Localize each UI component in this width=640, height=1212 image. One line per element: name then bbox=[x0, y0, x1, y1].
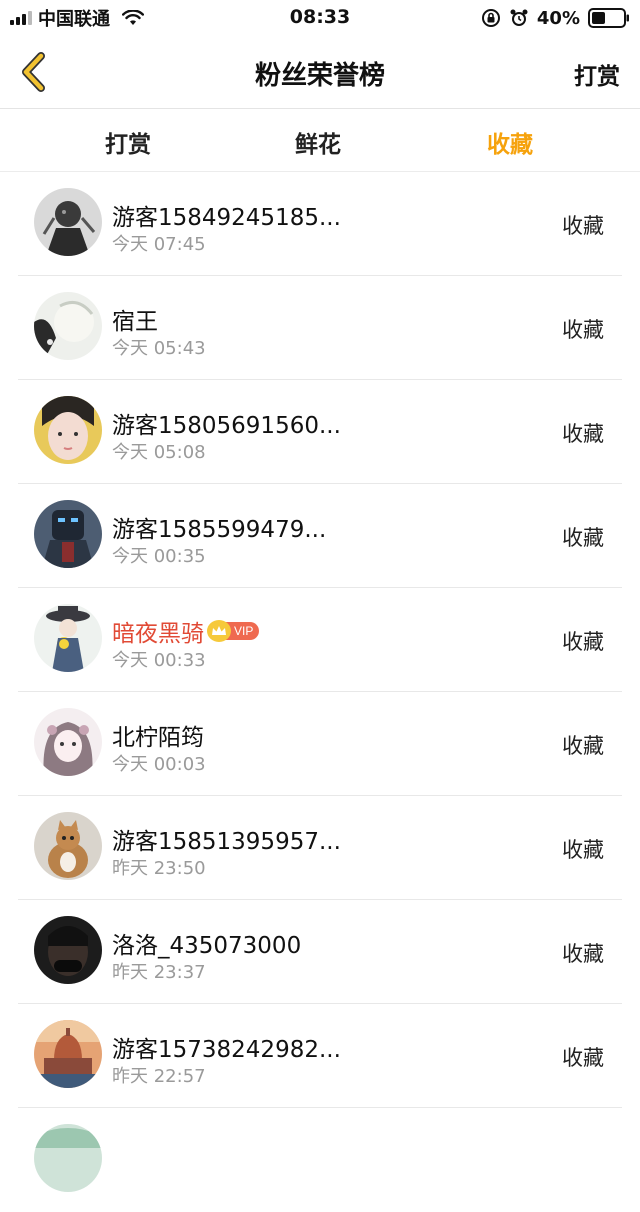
timestamp: 昨天 22:57 bbox=[112, 1066, 206, 1087]
action-label: 收藏 bbox=[562, 1046, 604, 1070]
alarm-icon bbox=[510, 9, 528, 26]
avatar bbox=[34, 604, 102, 672]
action-label: 收藏 bbox=[562, 318, 604, 342]
user-name: 游客1585599479... bbox=[112, 517, 327, 543]
user-name: 游客15805691560... bbox=[112, 413, 341, 439]
timestamp: 今天 00:33 bbox=[112, 650, 206, 671]
action-label: 收藏 bbox=[562, 942, 604, 966]
timestamp: 今天 05:08 bbox=[112, 442, 206, 463]
reward-button[interactable]: 打赏 bbox=[574, 57, 620, 91]
action-label: 收藏 bbox=[562, 734, 604, 758]
list-item[interactable]: 游客1585599479... 今天 00:35 收藏 bbox=[0, 484, 640, 588]
list-item[interactable]: 宿王 今天 05:43 收藏 bbox=[0, 276, 640, 380]
avatar bbox=[34, 812, 102, 880]
battery-percent: 40% bbox=[536, 7, 580, 29]
timestamp: 今天 05:43 bbox=[112, 338, 206, 359]
list-item[interactable] bbox=[0, 1108, 640, 1212]
page-title: 粉丝荣誉榜 bbox=[254, 61, 385, 91]
timestamp: 昨天 23:37 bbox=[112, 962, 206, 983]
avatar bbox=[34, 1124, 102, 1192]
tab-bar: 打赏 鲜花 收藏 bbox=[0, 109, 640, 172]
tab-reward[interactable]: 打赏 bbox=[68, 125, 188, 159]
avatar bbox=[34, 500, 102, 568]
crown-icon bbox=[207, 620, 231, 642]
avatar bbox=[34, 1020, 102, 1088]
user-name: 宿王 bbox=[112, 309, 158, 335]
orientation-lock-icon bbox=[481, 9, 500, 27]
user-name-text: 暗夜黑骑 bbox=[112, 621, 204, 647]
list-item[interactable]: 洛洛_435073000 昨天 23:37 收藏 bbox=[0, 900, 640, 1004]
status-right: 40% bbox=[481, 6, 630, 30]
avatar bbox=[34, 292, 102, 360]
avatar bbox=[34, 916, 102, 984]
list-item[interactable]: 游客15849245185... 今天 07:45 收藏 bbox=[0, 172, 640, 276]
user-name: 游客15849245185... bbox=[112, 205, 341, 231]
action-label: 收藏 bbox=[562, 422, 604, 446]
timestamp: 今天 00:35 bbox=[112, 546, 206, 567]
timestamp: 昨天 23:50 bbox=[112, 858, 206, 879]
timestamp: 今天 00:03 bbox=[112, 754, 206, 775]
user-name: 北柠陌筠 bbox=[112, 725, 204, 751]
user-name: 游客15851395957... bbox=[112, 829, 341, 855]
status-bar: 中国联通 08:33 40% bbox=[0, 0, 640, 36]
action-label: 收藏 bbox=[562, 526, 604, 550]
back-arrow-icon bbox=[22, 52, 45, 92]
action-label: 收藏 bbox=[562, 630, 604, 654]
action-label: 收藏 bbox=[562, 838, 604, 862]
list-item[interactable]: 游客15851395957... 昨天 23:50 收藏 bbox=[0, 796, 640, 900]
user-name: 洛洛_435073000 bbox=[112, 933, 302, 959]
nav-bar: 粉丝荣誉榜 打赏 bbox=[0, 36, 640, 109]
vip-badge: VIP bbox=[207, 620, 260, 642]
list-item[interactable]: 游客15805691560... 今天 05:08 收藏 bbox=[0, 380, 640, 484]
tab-flowers[interactable]: 鲜花 bbox=[258, 125, 378, 159]
tab-favorites[interactable]: 收藏 bbox=[450, 125, 570, 159]
timestamp: 今天 07:45 bbox=[112, 234, 206, 255]
avatar bbox=[34, 396, 102, 464]
action-label: 收藏 bbox=[562, 214, 604, 238]
user-name: 暗夜黑骑 VIP bbox=[112, 614, 260, 648]
list-item[interactable]: 暗夜黑骑 VIP 今天 00:33 收藏 bbox=[0, 588, 640, 692]
user-name: 游客15738242982... bbox=[112, 1037, 341, 1063]
avatar bbox=[34, 708, 102, 776]
battery-icon bbox=[588, 8, 629, 28]
list-item[interactable]: 北柠陌筠 今天 00:03 收藏 bbox=[0, 692, 640, 796]
avatar bbox=[34, 188, 102, 256]
back-button[interactable] bbox=[12, 50, 56, 94]
list-item[interactable]: 游客15738242982... 昨天 22:57 收藏 bbox=[0, 1004, 640, 1108]
